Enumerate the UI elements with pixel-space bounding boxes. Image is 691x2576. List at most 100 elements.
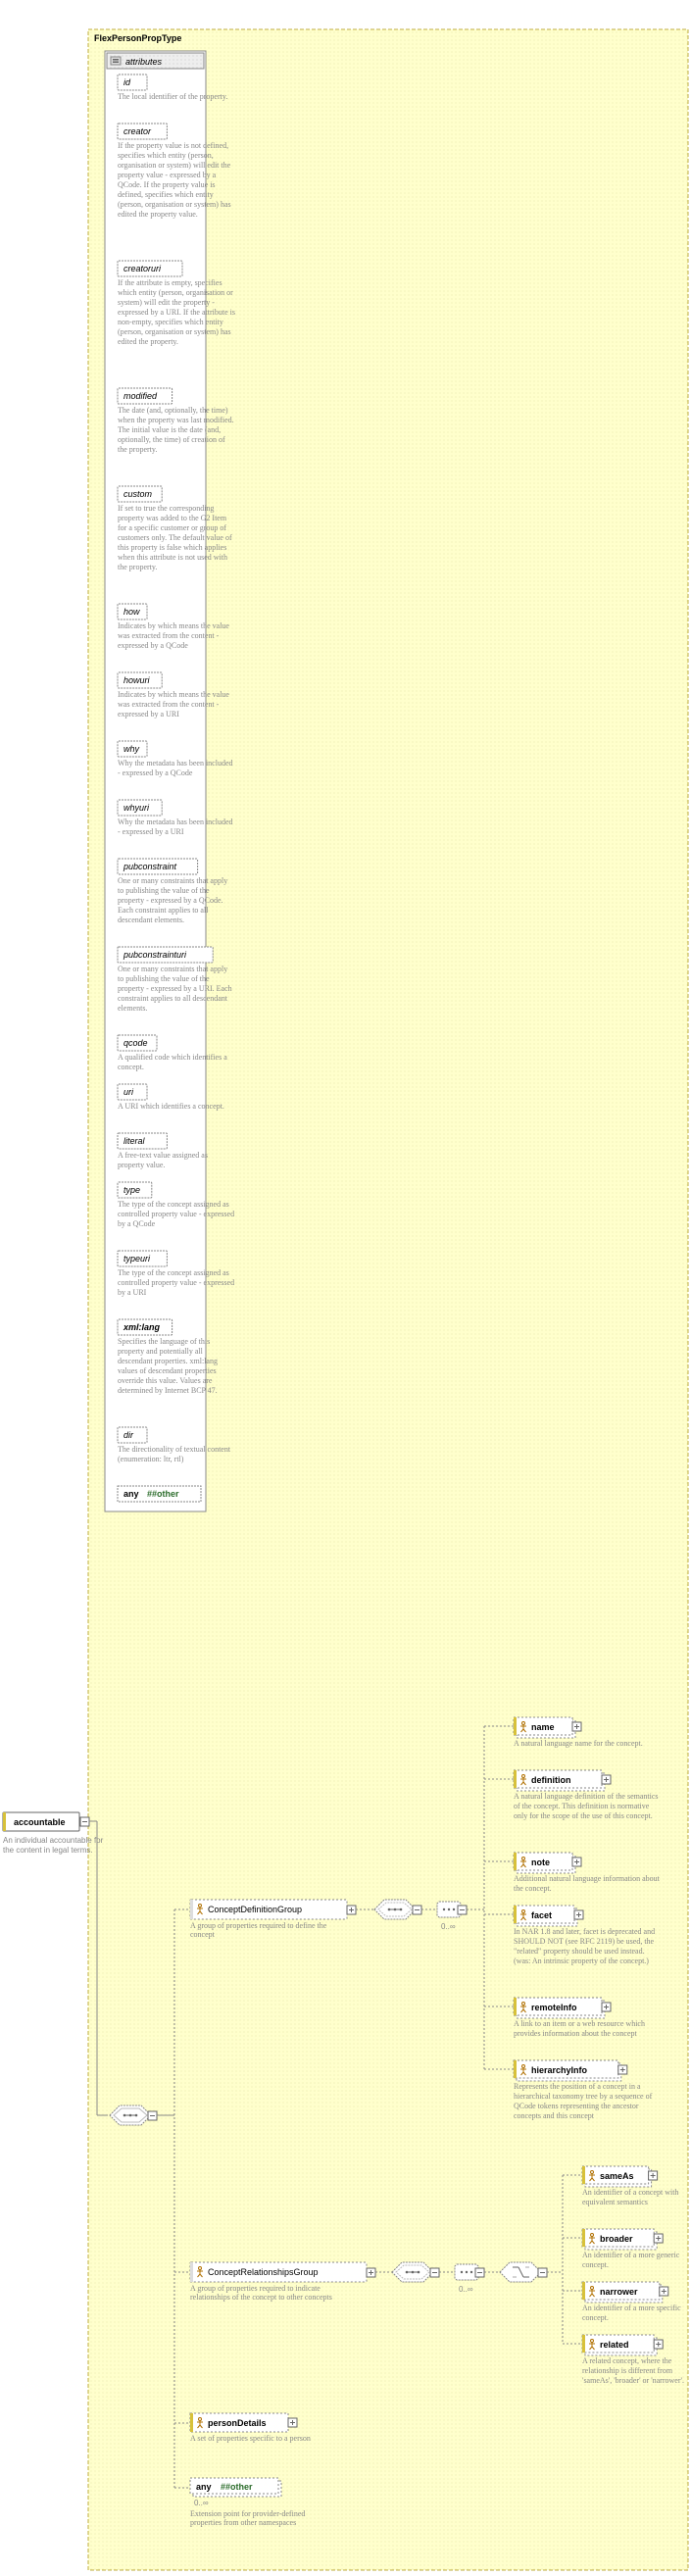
attr-any-other[interactable]: any ##other [118, 1486, 201, 1502]
attr-desc: The type of the concept assigned as cont… [118, 1200, 235, 1243]
svg-text:pubconstrainturi: pubconstrainturi [123, 950, 187, 960]
attr-desc: Why the metadata has been included - exp… [118, 817, 235, 851]
cdg-box[interactable]: ConceptDefinitionGroup [190, 1900, 356, 1919]
plus-icon[interactable] [288, 2418, 297, 2427]
plus-icon[interactable] [602, 1775, 611, 1784]
any-ext[interactable]: any ##other [190, 2478, 281, 2497]
svg-text:whyuri: whyuri [123, 803, 150, 813]
svg-text:literal: literal [123, 1136, 146, 1146]
svg-text:type: type [123, 1185, 140, 1195]
person-details-desc: A set of properties specific to a person [190, 2434, 327, 2461]
any-ext-desc: Extension point for provider-defined pro… [190, 2509, 337, 2545]
type-title: FlexPersonPropType [94, 33, 181, 43]
svg-text:qcode: qcode [123, 1038, 148, 1048]
attr-desc: Indicates by which means the value was e… [118, 621, 235, 665]
svg-text:name: name [531, 1722, 555, 1732]
svg-text:modified: modified [123, 391, 158, 401]
attr-desc: Specifies the language of this property … [118, 1337, 235, 1419]
plus-icon[interactable] [574, 1910, 583, 1919]
plus-icon[interactable] [572, 1722, 581, 1731]
svg-text:xml:lang: xml:lang [123, 1322, 161, 1332]
svg-text:id: id [123, 77, 131, 87]
minus-icon[interactable] [148, 2111, 157, 2120]
crg-box[interactable]: ConceptRelationshipsGroup [190, 2262, 375, 2282]
svg-text:typeuri: typeuri [123, 1254, 151, 1263]
attributes-header: attributes [125, 57, 163, 67]
svg-text:related: related [600, 2340, 629, 2350]
attr-desc: The date (and, optionally, the time) whe… [118, 406, 235, 478]
svg-text:creator: creator [123, 126, 152, 136]
svg-text:0..∞: 0..∞ [459, 2285, 473, 2294]
plus-icon[interactable] [654, 2340, 663, 2349]
svg-text:accountable: accountable [14, 1817, 66, 1827]
svg-text:remoteInfo: remoteInfo [531, 2003, 577, 2012]
svg-text:uri: uri [123, 1087, 134, 1097]
plus-icon[interactable] [654, 2234, 663, 2243]
attr-desc: If set to true the corresponding propert… [118, 504, 235, 596]
attr-desc: A URI which identifies a concept. [118, 1102, 235, 1125]
minus-icon[interactable] [430, 2268, 439, 2277]
person-details[interactable]: personDetails [190, 2413, 297, 2432]
svg-text:0..∞: 0..∞ [441, 1922, 456, 1931]
desc: A related concept, where the relationshi… [582, 2356, 690, 2409]
cdg-desc: A group of properties required to define… [190, 1921, 337, 1949]
svg-text:ConceptRelationshipsGroup: ConceptRelationshipsGroup [208, 2267, 319, 2277]
attr-creator: creator If the property value is not defi… [118, 124, 235, 253]
minus-icon[interactable] [458, 1906, 467, 1914]
plus-icon[interactable] [649, 2171, 658, 2180]
desc: A natural language definition of the sem… [514, 1792, 661, 1845]
attr-desc: Indicates by which means the value was e… [118, 690, 235, 733]
attr-desc: A qualified code which identifies a conc… [118, 1053, 235, 1076]
desc: An identifier of a more specific concept… [582, 2304, 690, 2327]
svg-text:personDetails: personDetails [208, 2418, 267, 2428]
svg-text:facet: facet [531, 1910, 552, 1920]
attributes-icon [111, 57, 121, 65]
svg-text:##other: ##other [147, 1489, 179, 1499]
attr-desc: Why the metadata has been included - exp… [118, 759, 235, 792]
desc: Represents the position of a concept in … [514, 2082, 661, 2135]
svg-text:##other: ##other [221, 2482, 253, 2492]
svg-text:sameAs: sameAs [600, 2171, 634, 2181]
svg-text:pubconstraint: pubconstraint [123, 862, 177, 871]
minus-icon[interactable] [538, 2268, 547, 2277]
attr-desc: The local identifier of the property. [118, 92, 235, 116]
plus-icon[interactable] [602, 2003, 611, 2011]
desc: A link to an item or a web resource whic… [514, 2019, 661, 2053]
svg-text:how: how [123, 607, 140, 617]
attr-desc: The type of the concept assigned as cont… [118, 1268, 235, 1312]
plus-icon[interactable] [660, 2287, 668, 2296]
svg-text:note: note [531, 1858, 550, 1867]
desc: In NAR 1.8 and later, facet is deprecate… [514, 1927, 661, 1990]
svg-text:any: any [196, 2482, 212, 2492]
minus-icon[interactable] [80, 1817, 89, 1826]
svg-text:0..∞: 0..∞ [194, 2499, 209, 2507]
attr-desc: One or many constraints that apply to pu… [118, 965, 235, 1027]
attr-desc: If the property value is not defined, sp… [118, 141, 235, 253]
root-element[interactable]: accountable [3, 1812, 89, 1831]
crg-desc: A group of properties required to indica… [190, 2284, 357, 2319]
attr-desc: The directionality of textual content (e… [118, 1445, 235, 1478]
desc: Additional natural language information … [514, 1874, 661, 1898]
svg-text:any: any [123, 1489, 139, 1499]
minus-icon[interactable] [475, 2268, 484, 2277]
plus-icon[interactable] [572, 1858, 581, 1866]
svg-text:ConceptDefinitionGroup: ConceptDefinitionGroup [208, 1905, 302, 1914]
svg-text:definition: definition [531, 1775, 571, 1785]
svg-text:hierarchyInfo: hierarchyInfo [531, 2065, 588, 2075]
plus-icon[interactable] [347, 1906, 356, 1914]
attr-desc: A free-text value assigned as property v… [118, 1151, 235, 1174]
plus-icon[interactable] [367, 2268, 375, 2277]
svg-text:creatoruri: creatoruri [123, 264, 162, 273]
desc: A natural language name for the concept. [514, 1739, 661, 1762]
attr-creatoruri: creatoruri If the attribute is empty, spe… [118, 261, 235, 380]
attr-desc: If the attribute is empty, specifies whi… [118, 278, 235, 380]
minus-icon[interactable] [413, 1906, 421, 1914]
svg-text:broader: broader [600, 2234, 633, 2244]
svg-text:narrower: narrower [600, 2287, 638, 2297]
root-desc: An individual accountable forthe content… [3, 1836, 104, 1855]
svg-text:howuri: howuri [123, 675, 151, 685]
attr-desc: One or many constraints that apply to pu… [118, 876, 235, 939]
svg-text:custom: custom [123, 489, 153, 499]
desc: An identifier of a more generic concept. [582, 2251, 690, 2274]
plus-icon[interactable] [618, 2065, 627, 2074]
